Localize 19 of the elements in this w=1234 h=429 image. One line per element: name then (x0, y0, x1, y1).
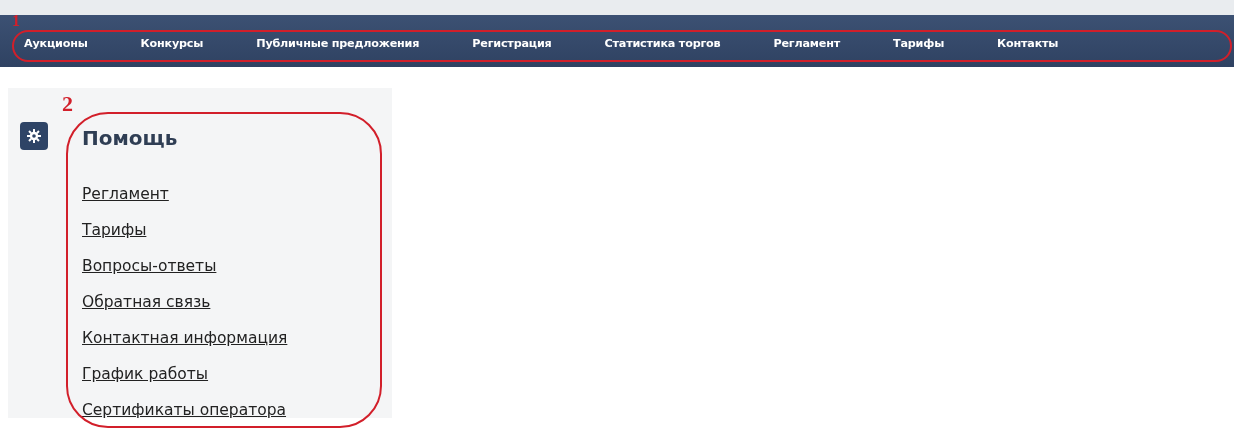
nav-link[interactable]: Контакты (997, 35, 1059, 53)
nav-link[interactable]: Аукционы (24, 35, 88, 53)
help-link[interactable]: Контактная информация (82, 329, 288, 347)
help-link[interactable]: Тарифы (82, 221, 147, 239)
panel-title: Помощь (82, 128, 179, 148)
help-link[interactable]: График работы (82, 365, 209, 383)
nav-link[interactable]: Регистрация (472, 35, 552, 53)
nav-link[interactable]: Конкурсы (140, 35, 204, 53)
help-link[interactable]: Вопросы-ответы (82, 257, 217, 275)
help-link[interactable]: Обратная связь (82, 293, 211, 311)
help-link[interactable]: Сертификаты оператора (82, 401, 287, 419)
nav-link[interactable]: Регламент (773, 35, 840, 53)
nav-link[interactable]: Тарифы (893, 35, 945, 53)
nav-link[interactable]: Публичные предложения (256, 35, 420, 53)
help-link[interactable]: Регламент (82, 185, 169, 203)
nav-link[interactable]: Статистика торгов (604, 35, 721, 53)
annotation-number: 1 (12, 13, 20, 29)
settings-icon[interactable] (20, 122, 48, 150)
annotation-number: 2 (62, 93, 73, 115)
